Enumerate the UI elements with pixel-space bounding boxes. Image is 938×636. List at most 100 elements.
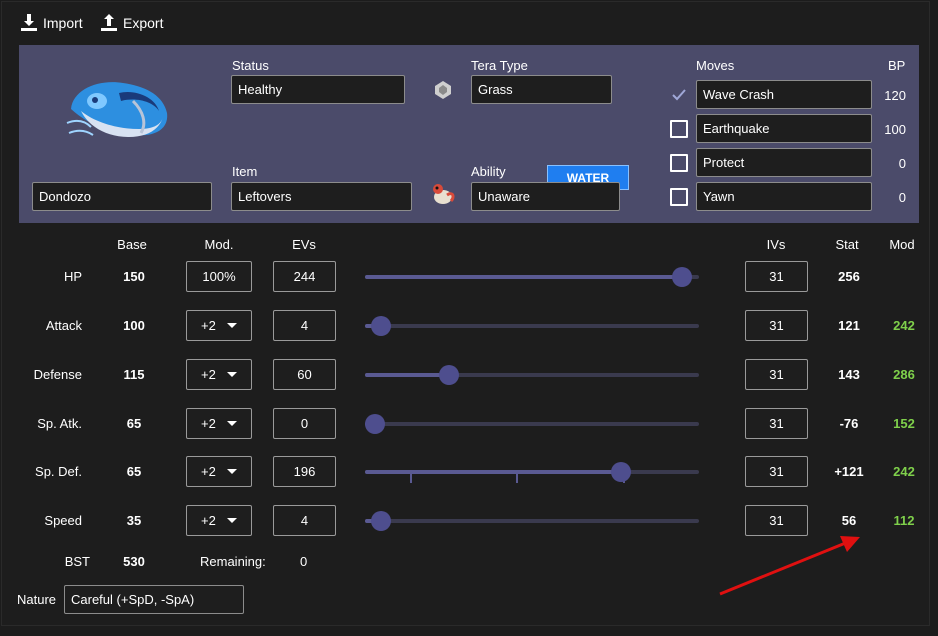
move-3-input[interactable]: Protect: [696, 148, 872, 177]
bp-label: BP: [888, 58, 906, 73]
tera-type-label: Tera Type: [471, 58, 528, 73]
slider-tick: [410, 474, 412, 483]
move-1-input[interactable]: Wave Crash: [696, 80, 872, 109]
stat-attack-total: 121: [838, 318, 860, 333]
stat-attack-base: 100: [123, 318, 145, 333]
tera-type-select[interactable]: Grass: [471, 75, 612, 104]
slider-thumb[interactable]: [611, 462, 631, 482]
stat-sp-def-boost-select[interactable]: +2: [186, 456, 252, 487]
stat-sp-def-ev-input[interactable]: 196: [273, 456, 336, 487]
slider-thumb[interactable]: [371, 511, 391, 531]
stat-defense-ev-input[interactable]: 60: [273, 359, 336, 390]
stat-attack-boost-select[interactable]: +2: [186, 310, 252, 341]
stat-speed-label: Speed: [44, 513, 82, 528]
stat-speed-ev-input[interactable]: 4: [273, 505, 336, 536]
bst-label: BST: [64, 554, 90, 569]
move-4-checkbox[interactable]: [670, 188, 688, 206]
slider-fill: [365, 275, 682, 279]
stat-sp-def-modified: 242: [893, 464, 915, 479]
stat-defense-base: 115: [123, 367, 145, 382]
moves-label: Moves: [696, 58, 735, 73]
stat-attack-iv-input[interactable]: 31: [745, 310, 808, 341]
stat-sp-atk-label: Sp. Atk.: [37, 416, 82, 431]
stat-hp-iv-input[interactable]: 31: [745, 261, 808, 292]
item-input[interactable]: Leftovers: [231, 182, 412, 211]
stat-hp-total: 256: [838, 269, 860, 284]
stat-hp-label: HP: [63, 269, 82, 284]
slider-fill: [365, 373, 449, 377]
stat-hp-ev-input[interactable]: 244: [273, 261, 336, 292]
status-label: Status: [232, 58, 269, 73]
move-2-input[interactable]: Earthquake: [696, 114, 872, 143]
stat-sp-def-ev-slider[interactable]: [365, 462, 699, 483]
move-3-checkbox[interactable]: [670, 154, 688, 172]
stat-sp-def-base: 65: [126, 464, 142, 479]
stat-sp-atk-iv-input[interactable]: 31: [745, 408, 808, 439]
nature-label: Nature: [17, 592, 57, 607]
remaining-label: Remaining:: [200, 554, 266, 569]
stat-sp-atk-base: 65: [126, 416, 142, 431]
stat-hp-mod-input[interactable]: 100%: [186, 261, 252, 292]
stat-attack-ev-input[interactable]: 4: [273, 310, 336, 341]
move-4-input[interactable]: Yawn: [696, 182, 872, 211]
nature-select[interactable]: Careful (+SpD, -SpA): [64, 585, 244, 614]
calculator-frame: Import Export Dondozo Status Healthy Ite…: [1, 1, 930, 626]
import-button[interactable]: Import: [21, 14, 83, 31]
slider-tick: [516, 474, 518, 483]
export-label: Export: [123, 14, 164, 31]
annotation-arrow-icon: [719, 536, 860, 596]
stat-attack-modified: 242: [893, 318, 915, 333]
boost-value: +2: [201, 367, 216, 382]
stat-sp-atk-ev-input[interactable]: 0: [273, 408, 336, 439]
tera-icon: [435, 81, 451, 99]
move-1-checkbox[interactable]: [670, 86, 688, 104]
stat-defense-boost-select[interactable]: +2: [186, 359, 252, 390]
export-button[interactable]: Export: [101, 14, 163, 31]
bst-value: 530: [123, 554, 145, 569]
pokemon-name-input[interactable]: Dondozo: [32, 182, 212, 211]
slider-thumb[interactable]: [365, 414, 385, 434]
slider-fill: [365, 470, 621, 474]
stat-speed-modified: 112: [893, 513, 915, 528]
move-2-bp: 100: [884, 122, 906, 137]
stat-defense-iv-input[interactable]: 31: [745, 359, 808, 390]
stat-sp-atk-total: -76: [839, 416, 859, 431]
slider-thumb[interactable]: [439, 365, 459, 385]
stat-sp-atk-boost-select[interactable]: +2: [186, 408, 252, 439]
stat-defense-ev-slider[interactable]: [365, 365, 699, 385]
stat-attack-ev-slider[interactable]: [365, 316, 699, 336]
stat-sp-def-total: +121: [834, 464, 864, 479]
slider-thumb[interactable]: [371, 316, 391, 336]
ivs-header: IVs: [766, 237, 786, 252]
status-select[interactable]: Healthy: [231, 75, 405, 104]
base-header: Base: [117, 237, 147, 252]
move-1-bp: 120: [884, 88, 906, 103]
stat-defense-modified: 286: [893, 367, 915, 382]
stat-header: Stat: [835, 237, 859, 252]
stat-speed-total: 56: [841, 513, 857, 528]
stat-defense-total: 143: [838, 367, 860, 382]
item-label: Item: [232, 164, 258, 179]
boost-value: +2: [201, 416, 216, 431]
import-label: Import: [43, 14, 83, 31]
stat-speed-boost-select[interactable]: +2: [186, 505, 252, 536]
remaining-value: 0: [300, 554, 308, 569]
item-sprite-icon: [433, 184, 455, 204]
stat-sp-atk-ev-slider[interactable]: [365, 414, 699, 434]
stat-hp-ev-slider[interactable]: [365, 267, 699, 287]
move-3-bp: 0: [898, 156, 906, 171]
stat-speed-base: 35: [126, 513, 142, 528]
evs-header: EVs: [292, 237, 316, 252]
stat-speed-ev-slider[interactable]: [365, 511, 699, 531]
stat-sp-atk-modified: 152: [893, 416, 915, 431]
stat-defense-label: Defense: [33, 367, 82, 382]
chevron-down-icon: [227, 372, 237, 377]
chevron-down-icon: [227, 518, 237, 523]
upload-icon: [101, 14, 117, 31]
stat-sp-def-iv-input[interactable]: 31: [745, 456, 808, 487]
stat-attack-label: Attack: [45, 318, 82, 333]
ability-select[interactable]: Unaware: [471, 182, 620, 211]
slider-thumb[interactable]: [672, 267, 692, 287]
move-2-checkbox[interactable]: [670, 120, 688, 138]
stat-sp-def-label: Sp. Def.: [35, 464, 82, 479]
